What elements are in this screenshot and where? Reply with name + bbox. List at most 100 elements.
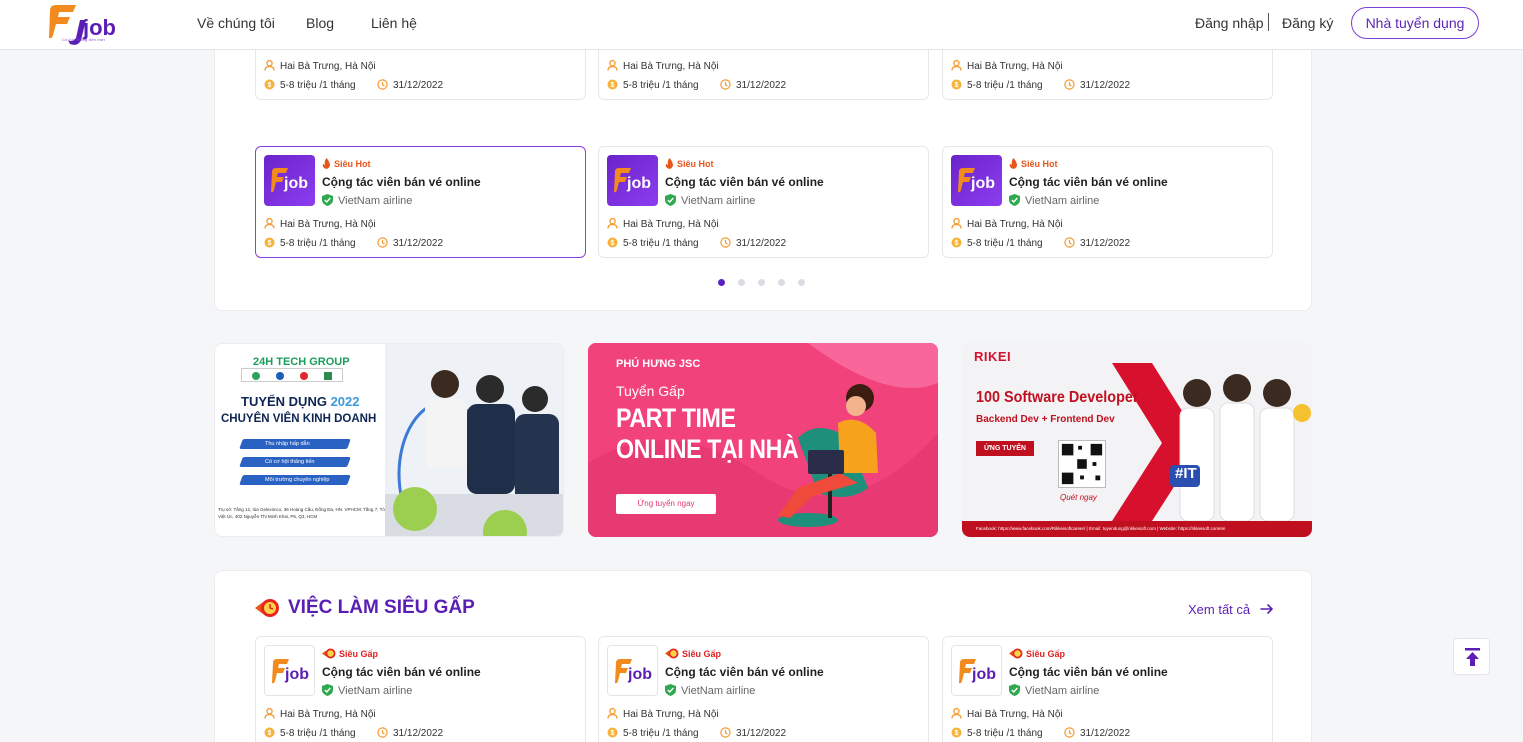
scroll-top-icon	[1465, 648, 1480, 666]
banner-24h-tech[interactable]: 24H TECH GROUP TUYỂN DỤNG 2022 CHUYÊN VI…	[214, 343, 564, 537]
svg-text:$: $	[268, 730, 272, 737]
job-title[interactable]: Cộng tác viên bán vé online	[665, 665, 824, 679]
job-card[interactable]: job Siêu Hot Cộng tác viên bán vé online Vi…	[598, 146, 929, 258]
urgent-clock-icon	[255, 599, 279, 617]
urgent-clock-icon	[1009, 648, 1023, 659]
company-logo-box[interactable]: job	[264, 645, 315, 696]
company-name: VietNam airline	[1025, 195, 1100, 207]
job-title[interactable]: Cộng tác viên bán vé online	[1009, 665, 1168, 679]
perk-text: Có cơ hội thăng tiến	[265, 459, 315, 465]
employer-button[interactable]: Nhà tuyển dụng	[1351, 7, 1479, 39]
job-location: Hai Bà Trưng, Hà Nội	[607, 60, 719, 72]
job-company[interactable]: VietNam airline	[322, 194, 412, 207]
perk-text: Môi trường chuyên nghiệp	[265, 477, 330, 483]
company-logo-box[interactable]: job	[264, 155, 315, 206]
location-text: Hai Bà Trưng, Hà Nội	[623, 219, 719, 230]
verified-check-icon	[665, 194, 676, 206]
verified-check-icon	[322, 684, 333, 696]
banner-apply-button[interactable]: Ứng tuyển ngay	[616, 494, 716, 514]
salary-coin-icon: $	[951, 79, 962, 90]
carousel-dot[interactable]	[758, 279, 765, 286]
job-tag-label: Siêu Hot	[1021, 159, 1058, 169]
job-location: Hai Bà Trưng, Hà Nội	[951, 708, 1063, 720]
job-location: Hai Bà Trưng, Hà Nội	[951, 60, 1063, 72]
banner-title: TUYỂN DỤNG 2022	[241, 394, 360, 409]
fire-icon	[322, 158, 330, 169]
job-card[interactable]: job Siêu Hot Cộng tác viên bán vé online Vi…	[942, 146, 1273, 258]
job-tag-label: Siêu Gấp	[682, 649, 722, 659]
job-title[interactable]: Cộng tác viên bán vé online	[322, 175, 481, 189]
job-location: Hai Bà Trưng, Hà Nội	[607, 708, 719, 720]
company-logo-box[interactable]: job	[607, 645, 658, 696]
job-company[interactable]: VietNam airline	[322, 684, 412, 697]
job-card[interactable]: job Siêu Gấp Cộng tác viên bán vé online Vi…	[255, 636, 586, 742]
location-icon	[264, 708, 275, 719]
company-logo-box[interactable]: job	[951, 645, 1002, 696]
company-name: VietNam airline	[338, 195, 413, 207]
job-title[interactable]: Cộng tác viên bán vé online	[665, 175, 824, 189]
carousel-dot[interactable]	[738, 279, 745, 286]
banner-phu-hung[interactable]: PHÚ HƯNG JSC Tuyển Gấp PART TIME ONLINE …	[588, 343, 938, 537]
salary-text: 5-8 triệu /1 tháng	[623, 728, 699, 739]
salary-text: 5-8 triệu /1 tháng	[967, 728, 1043, 739]
job-card[interactable]: job Siêu Gấp Cộng tác viên bán vé online Vi…	[598, 636, 929, 742]
scroll-top-button[interactable]	[1453, 638, 1490, 675]
team-photo	[1170, 374, 1311, 521]
job-company[interactable]: VietNam airline	[1009, 194, 1099, 207]
job-tag-label: Siêu Gấp	[339, 649, 379, 659]
clock-icon	[377, 79, 388, 90]
banner-apply-button[interactable]: ỨNG TUYỂN	[976, 441, 1034, 456]
location-text: Hai Bà Trưng, Hà Nội	[623, 709, 719, 720]
urgent-jobs-panel: VIỆC LÀM SIÊU GẤP Xem tất cả job Siêu Gấp…	[214, 570, 1312, 742]
see-all-link[interactable]: Xem tất cả	[1188, 602, 1250, 617]
company-name: VietNam airline	[1025, 685, 1100, 697]
salary-coin-icon: $	[264, 727, 275, 738]
job-tag: Siêu Hot	[322, 158, 371, 169]
svg-text:$: $	[611, 730, 615, 737]
job-salary: $5-8 triệu /1 tháng	[951, 79, 1043, 91]
job-salary: $5-8 triệu /1 tháng	[264, 727, 356, 739]
svg-text:job: job	[970, 175, 995, 192]
arrow-right-icon[interactable]	[1260, 602, 1274, 616]
deadline-text: 31/12/2022	[736, 80, 787, 91]
banner-rikkei[interactable]: RIKEI 100 Software Developer Backend Dev…	[962, 343, 1312, 537]
partner-logos	[241, 368, 343, 382]
job-location: Hai Bà Trưng, Hà Nội	[264, 708, 376, 720]
job-deadline: 31/12/2022	[1064, 237, 1130, 249]
company-logo-box[interactable]: job	[951, 155, 1002, 206]
job-title[interactable]: Cộng tác viên bán vé online	[322, 665, 481, 679]
job-company[interactable]: VietNam airline	[1009, 684, 1099, 697]
register-link[interactable]: Đăng ký	[1282, 15, 1333, 31]
carousel-dot[interactable]	[798, 279, 805, 286]
nav-blog[interactable]: Blog	[306, 15, 334, 31]
company-logo: job	[271, 168, 308, 193]
job-deadline: 31/12/2022	[1064, 79, 1130, 91]
company-logo-box[interactable]: job	[607, 155, 658, 206]
job-card[interactable]: job Siêu Gấp Cộng tác viên bán vé online Vi…	[942, 636, 1273, 742]
nav-contact[interactable]: Liên hệ	[371, 15, 417, 31]
job-tag: Siêu Gấp	[665, 648, 721, 659]
job-company[interactable]: VietNam airline	[665, 194, 755, 207]
clock-icon	[377, 237, 388, 248]
location-icon	[951, 60, 962, 71]
job-company[interactable]: VietNam airline	[665, 684, 755, 697]
carousel-dot[interactable]	[778, 279, 785, 286]
svg-text:job: job	[627, 666, 652, 683]
carousel-dot[interactable]	[718, 279, 725, 286]
job-card[interactable]: job Siêu Hot Cộng tác viên bán vé online Vi…	[255, 146, 586, 258]
login-link[interactable]: Đăng nhập	[1195, 15, 1264, 31]
salary-text: 5-8 triệu /1 tháng	[623, 238, 699, 249]
svg-text:job: job	[971, 666, 996, 683]
banner-title: 100 Software Developer	[976, 389, 1139, 406]
nav-about[interactable]: Về chúng tôi	[197, 15, 275, 31]
location-text: Hai Bà Trưng, Hà Nội	[623, 61, 719, 72]
svg-text:job: job	[283, 175, 308, 192]
location-icon	[607, 708, 618, 719]
svg-text:$: $	[268, 240, 272, 247]
svg-text:$: $	[955, 730, 959, 737]
location-text: Hai Bà Trưng, Hà Nội	[967, 219, 1063, 230]
company-logo: job	[272, 659, 309, 684]
job-deadline: 31/12/2022	[720, 727, 786, 739]
svg-text:job: job	[626, 175, 651, 192]
job-title[interactable]: Cộng tác viên bán vé online	[1009, 175, 1168, 189]
